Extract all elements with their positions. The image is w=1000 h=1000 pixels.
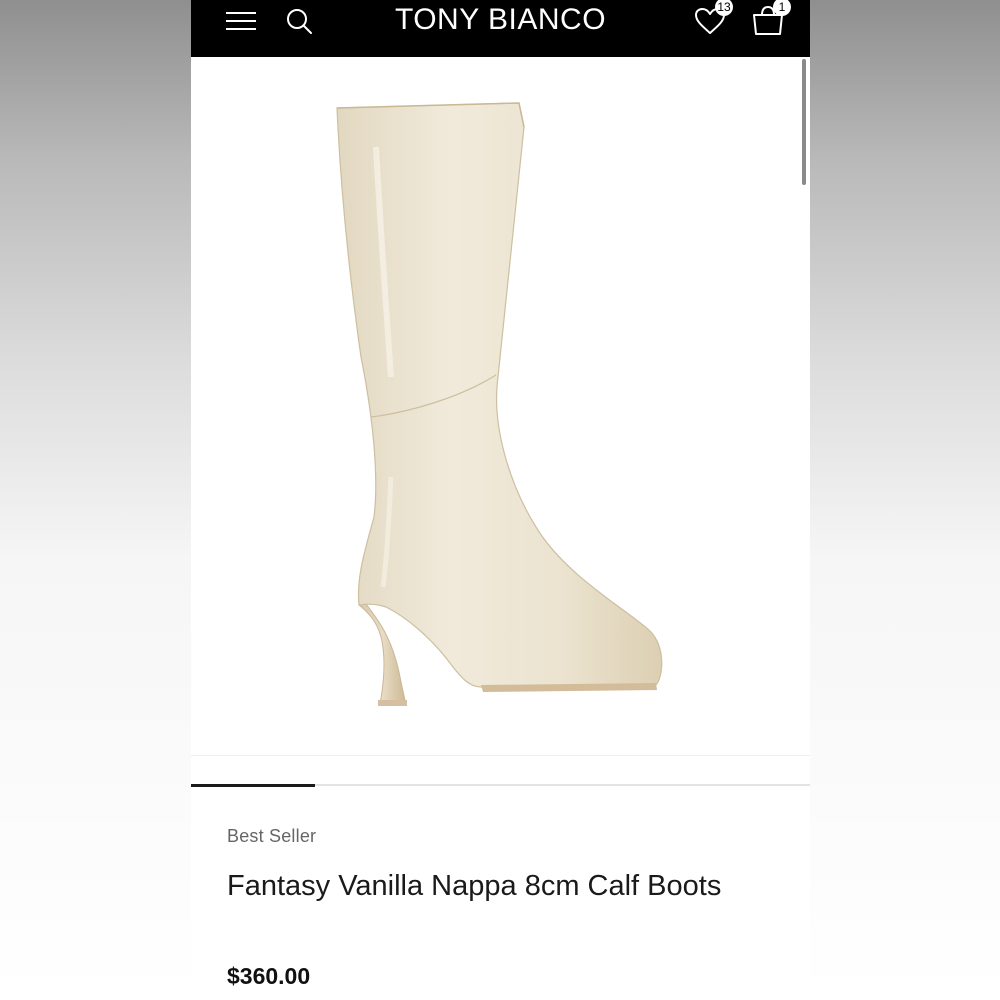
carousel-progress-indicator[interactable] xyxy=(191,784,315,787)
wishlist-count-badge: 13 xyxy=(715,0,733,16)
scrollbar[interactable] xyxy=(802,59,806,185)
product-image[interactable] xyxy=(191,57,810,755)
mobile-screen: TONY BIANCO 13 1 Best Seller Fantasy Van… xyxy=(191,0,810,1000)
product-title: Fantasy Vanilla Nappa 8cm Calf Boots xyxy=(227,870,722,902)
boot-image xyxy=(336,102,663,706)
right-background-panel xyxy=(810,0,1000,1000)
left-background-panel xyxy=(0,0,191,1000)
image-divider xyxy=(191,755,810,756)
product-price: $360.00 xyxy=(227,963,311,989)
top-navigation-bar: TONY BIANCO 13 1 xyxy=(191,0,810,57)
best-seller-label: Best Seller xyxy=(227,826,317,846)
